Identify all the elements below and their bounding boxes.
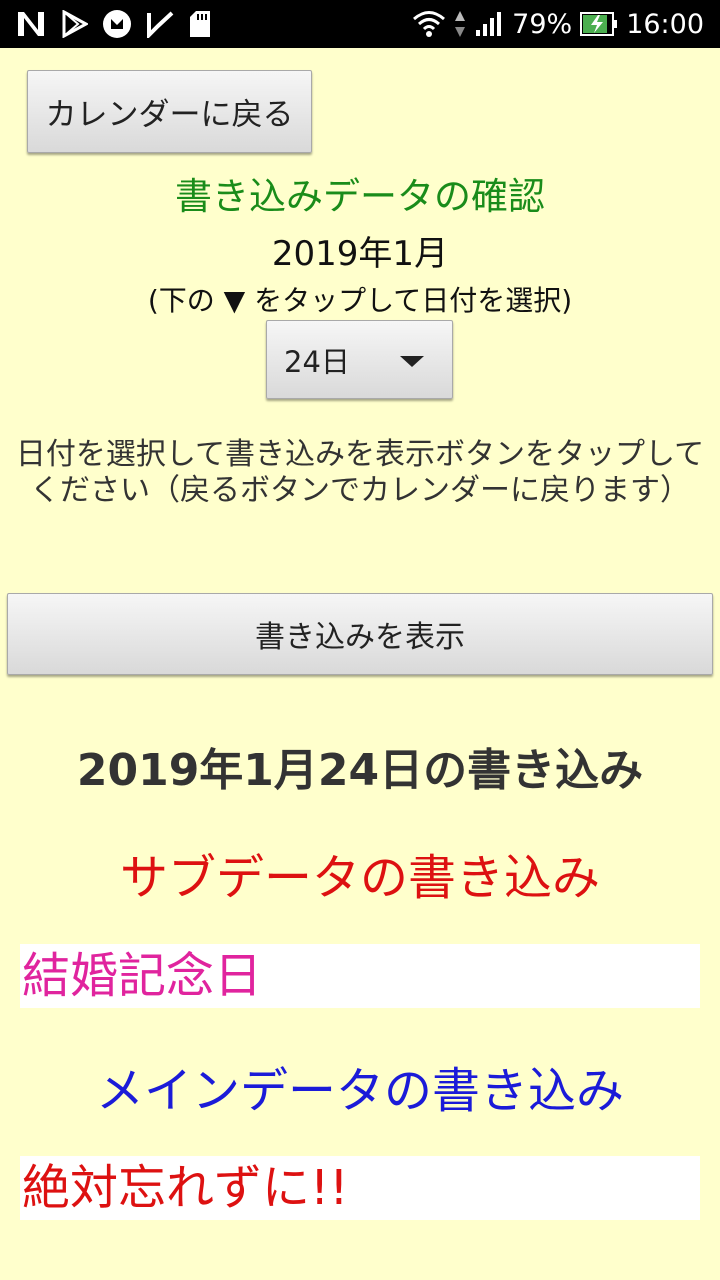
sub-data-heading: サブデータの書き込み — [119, 850, 600, 906]
entry-date-heading: 2019年1月24日の書き込み — [76, 745, 644, 796]
page-title: 書き込みデータの確認 — [175, 175, 545, 218]
main-data-heading: メインデータの書き込み — [95, 1063, 624, 1119]
month-label: 2019年1月 — [271, 234, 449, 274]
check-flag-icon — [146, 10, 174, 38]
dropdown-arrow-icon — [400, 356, 424, 367]
status-bar: 79% 16:00 — [0, 0, 720, 48]
system-icons: 79% 16:00 — [412, 0, 704, 48]
date-select[interactable]: 24日 — [266, 320, 453, 399]
back-to-calendar-button[interactable]: カレンダーに戻る — [27, 70, 312, 153]
battery-charging-icon — [580, 12, 618, 36]
date-select-value: 24日 — [284, 344, 350, 379]
app-badge-icon — [102, 9, 132, 39]
sub-data-entry: 結婚記念日 — [20, 944, 700, 1008]
show-entries-button[interactable]: 書き込みを表示 — [7, 593, 713, 675]
main-data-entry: 絶対忘れずに!! — [20, 1156, 700, 1220]
n-notification-icon — [16, 10, 46, 38]
clock: 16:00 — [626, 8, 704, 40]
cell-signal-icon — [474, 10, 504, 38]
wifi-icon — [412, 10, 446, 38]
data-arrows-icon — [454, 9, 466, 39]
sd-card-icon — [188, 9, 212, 39]
play-store-icon — [60, 10, 88, 38]
battery-percent: 79% — [512, 8, 573, 40]
instruction-text: 日付を選択して書き込みを表示ボタンをタップしてください（戻るボタンでカレンダーに… — [15, 437, 705, 508]
select-hint: (下の ▼ をタップして日付を選択) — [147, 284, 573, 317]
notification-icons — [16, 8, 212, 40]
